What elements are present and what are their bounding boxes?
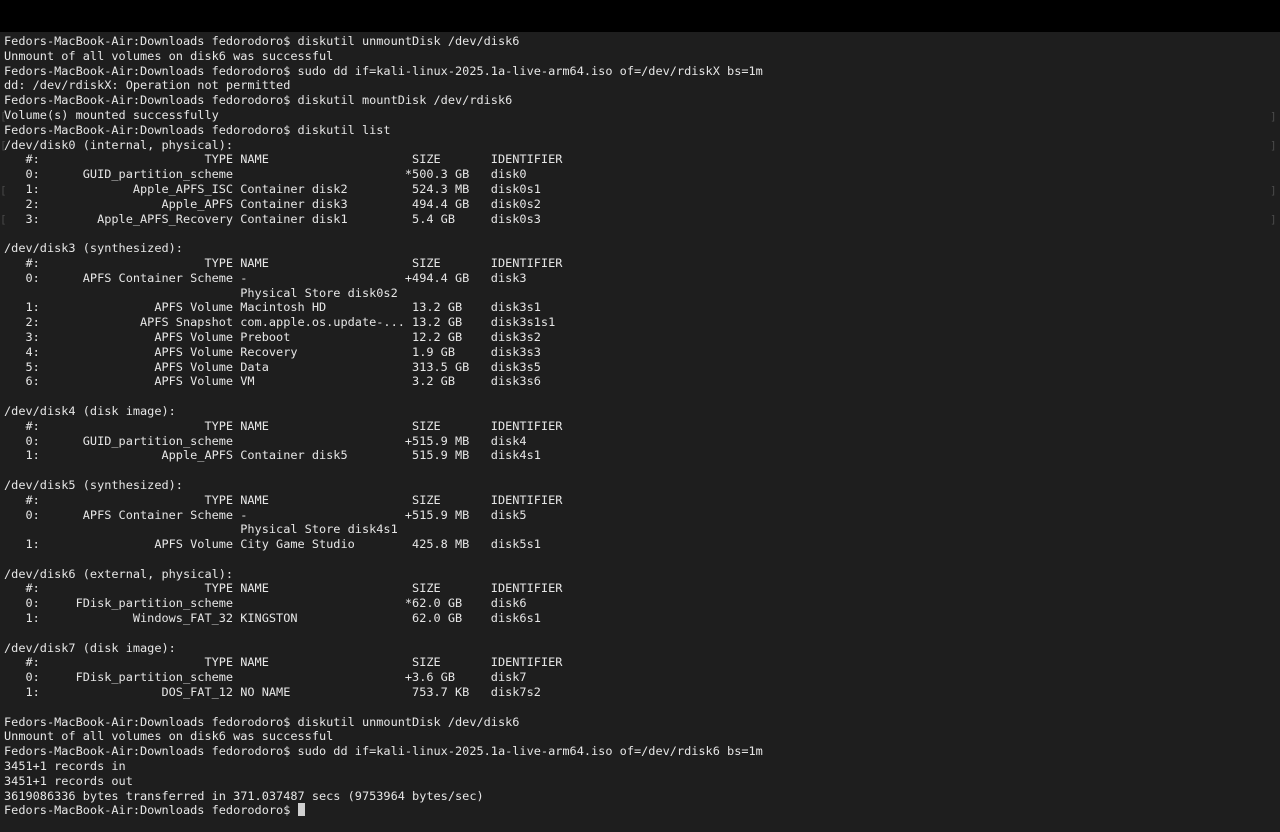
terminal-line: 5: APFS Volume Data 313.5 GB disk3s5 (4, 359, 541, 374)
terminal-line: 2: APFS Snapshot com.apple.os.update-...… (4, 315, 556, 330)
terminal-prompt-line[interactable]: Fedors-MacBook-Air:Downloads fedorodoro$ (4, 803, 763, 818)
terminal-line: Unmount of all volumes on disk6 was succ… (4, 48, 334, 63)
selection-marker-right: ] (1270, 110, 1277, 123)
terminal-line: Fedors-MacBook-Air:Downloads fedorodoro$… (4, 93, 513, 108)
terminal-line: #: TYPE NAME SIZE IDENTIFIER (4, 418, 563, 433)
selection-marker-right: ] (1270, 139, 1277, 152)
terminal-line: 3451+1 records out (4, 773, 133, 788)
terminal-line: #: TYPE NAME SIZE IDENTIFIER (4, 492, 563, 507)
terminal-line: Fedors-MacBook-Air:Downloads fedorodoro$… (4, 34, 520, 48)
terminal-output: Fedors-MacBook-Air:Downloads fedorodoro$… (4, 34, 763, 818)
terminal-line: 6: APFS Volume VM 3.2 GB disk3s6 (4, 374, 541, 389)
terminal-line: /dev/disk7 (disk image): (4, 640, 176, 655)
terminal-line: /dev/disk4 (disk image): (4, 403, 176, 418)
terminal-line: Fedors-MacBook-Air:Downloads fedorodoro$… (4, 744, 763, 759)
terminal-line: 0: APFS Container Scheme - +515.9 MB dis… (4, 507, 527, 522)
terminal-line: #: TYPE NAME SIZE IDENTIFIER (4, 152, 563, 167)
terminal-line: 4: APFS Volume Recovery 1.9 GB disk3s3 (4, 344, 541, 359)
selection-marker-right: ] (1270, 184, 1277, 197)
terminal-line: Fedors-MacBook-Air:Downloads fedorodoro$… (4, 122, 391, 137)
terminal-line: Fedors-MacBook-Air:Downloads fedorodoro$… (4, 714, 520, 729)
terminal-line: 0: FDisk_partition_scheme +3.6 GB disk7 (4, 670, 527, 685)
terminal-line: 1: DOS_FAT_12 NO NAME 753.7 KB disk7s2 (4, 685, 541, 700)
terminal-line: 2: Apple_APFS Container disk3 494.4 GB d… (4, 196, 541, 211)
terminal-line: dd: /dev/rdiskX: Operation not permitted (4, 78, 291, 93)
terminal-line: 1: Windows_FAT_32 KINGSTON 62.0 GB disk6… (4, 611, 541, 626)
terminal-line: 0: APFS Container Scheme - +494.4 GB dis… (4, 270, 527, 285)
terminal-line: 0: GUID_partition_scheme *500.3 GB disk0 (4, 167, 527, 182)
terminal-line: /dev/disk5 (synthesized): (4, 477, 183, 492)
terminal-line: #: TYPE NAME SIZE IDENTIFIER (4, 581, 563, 596)
terminal-line: #: TYPE NAME SIZE IDENTIFIER (4, 655, 563, 670)
window-titlebar (0, 0, 1280, 32)
terminal-line: 1: APFS Volume City Game Studio 425.8 MB… (4, 537, 541, 552)
terminal-line: Fedors-MacBook-Air:Downloads fedorodoro$… (4, 63, 763, 78)
terminal-window[interactable]: [ ] [ ] [ ] [ ] Fedors-MacBook-Air:Downl… (0, 32, 1280, 832)
terminal-line: #: TYPE NAME SIZE IDENTIFIER (4, 255, 563, 270)
terminal-line: 1: Apple_APFS Container disk5 515.9 MB d… (4, 448, 541, 463)
terminal-line: /dev/disk0 (internal, physical): (4, 137, 234, 152)
selection-marker-right: ] (1270, 213, 1277, 226)
terminal-line: Unmount of all volumes on disk6 was succ… (4, 729, 334, 744)
terminal-line: 0: GUID_partition_scheme +515.9 MB disk4 (4, 433, 527, 448)
terminal-line: 3619086336 bytes transferred in 371.0374… (4, 788, 484, 803)
terminal-line: 1: APFS Volume Macintosh HD 13.2 GB disk… (4, 300, 541, 315)
terminal-line: /dev/disk3 (synthesized): (4, 241, 183, 256)
terminal-line: 0: FDisk_partition_scheme *62.0 GB disk6 (4, 596, 527, 611)
terminal-line: 3: Apple_APFS_Recovery Container disk1 5… (4, 211, 541, 226)
terminal-line: 1: Apple_APFS_ISC Container disk2 524.3 … (4, 181, 541, 196)
terminal-line: Physical Store disk4s1 (4, 522, 398, 537)
shell-prompt: Fedors-MacBook-Air:Downloads fedorodoro$ (4, 803, 298, 818)
text-cursor-icon (297, 803, 305, 817)
terminal-line: Physical Store disk0s2 (4, 285, 398, 300)
terminal-line: /dev/disk6 (external, physical): (4, 566, 234, 581)
terminal-line: Volume(s) mounted successfully (4, 107, 219, 122)
terminal-line: 3451+1 records in (4, 759, 126, 774)
terminal-line: 3: APFS Volume Preboot 12.2 GB disk3s2 (4, 329, 541, 344)
